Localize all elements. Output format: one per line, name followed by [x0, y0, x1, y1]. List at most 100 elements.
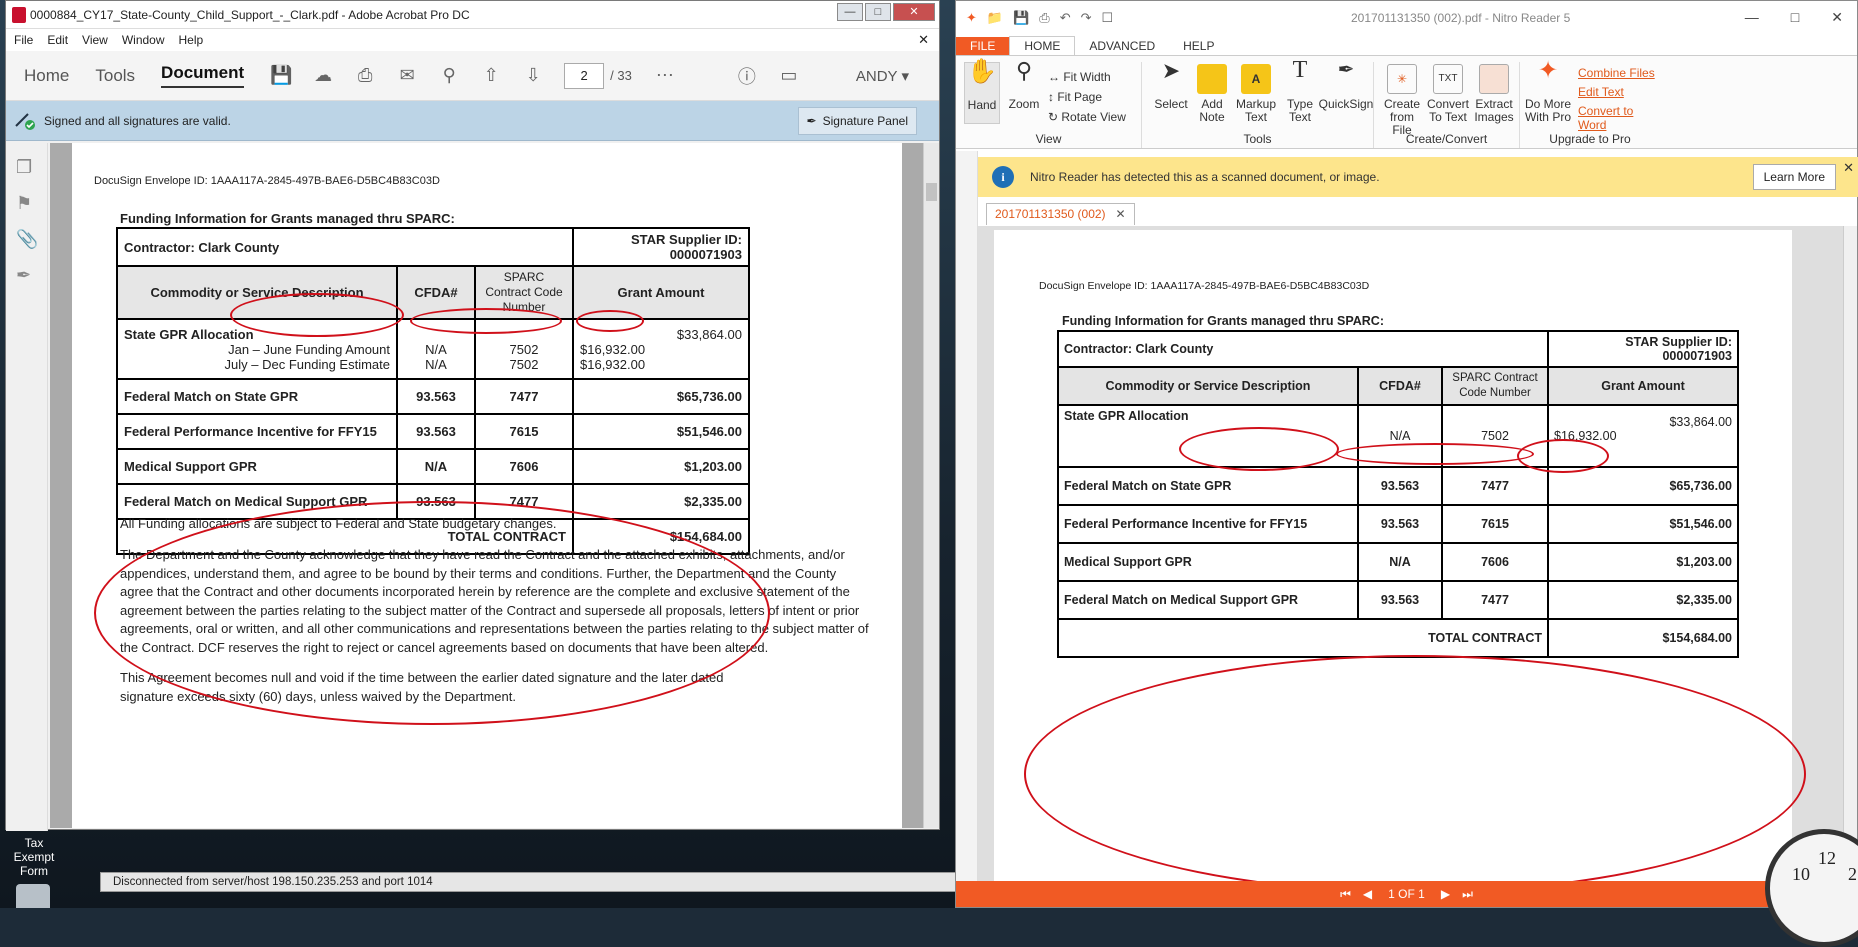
page-down-icon[interactable]: ⇩: [522, 65, 544, 87]
menu-view[interactable]: View: [82, 33, 108, 47]
print-icon[interactable]: ⎙: [1039, 10, 1049, 26]
page-indicator: 1 OF 1: [1388, 887, 1425, 901]
add-note-button[interactable]: Add Note: [1194, 64, 1230, 124]
user-menu[interactable]: ANDY ▾: [856, 67, 909, 85]
upload-icon[interactable]: ☁: [312, 65, 334, 87]
signature-status-text: Signed and all signatures are valid.: [44, 113, 231, 128]
row-code: 7477: [474, 378, 574, 415]
learn-more-button[interactable]: Learn More: [1752, 164, 1836, 190]
save-icon[interactable]: 💾: [270, 65, 292, 87]
mobile-icon[interactable]: ▭: [778, 65, 800, 87]
row-code: 7615: [474, 413, 574, 450]
close-document-icon[interactable]: ✕: [918, 32, 929, 48]
search-icon[interactable]: ⚲: [438, 65, 460, 87]
tab-advanced[interactable]: ADVANCED: [1075, 37, 1169, 55]
do-more-button[interactable]: ✦ Do More With Pro: [1524, 59, 1572, 124]
undo-icon[interactable]: ↶: [1060, 10, 1071, 26]
pages-icon[interactable]: ❐: [16, 157, 38, 179]
vertical-scrollbar[interactable]: [923, 143, 939, 828]
minimize-button[interactable]: —: [1745, 9, 1759, 26]
save-icon[interactable]: 💾: [1013, 10, 1029, 26]
nitro-document-viewport[interactable]: DocuSign Envelope ID: 1AAA117A-2845-497B…: [978, 226, 1846, 881]
fit-page-button[interactable]: ↕ Fit Page: [1048, 90, 1102, 104]
fit-page-label: Fit Page: [1057, 90, 1103, 104]
edit-text-link[interactable]: Edit Text: [1578, 85, 1624, 99]
fit-width-button[interactable]: ↔ Fit Width: [1048, 70, 1111, 84]
group-view-label: View: [1035, 132, 1062, 146]
hand-icon: ✋: [967, 58, 997, 85]
funding-title: Funding Information for Grants managed t…: [120, 211, 455, 226]
row-amount: $1,203.00: [572, 448, 750, 485]
next-page-icon[interactable]: ▶: [1441, 887, 1450, 901]
rotate-view-button[interactable]: ↻ Rotate View: [1048, 110, 1126, 124]
row-desc: Federal Performance Incentive for FFY15: [1057, 504, 1359, 544]
convert-to-text-button[interactable]: TXT Convert To Text: [1426, 64, 1470, 124]
select-tool-icon[interactable]: ☐: [1102, 10, 1114, 26]
gpr-code-1: 7502: [509, 341, 539, 357]
print-icon[interactable]: ⎙: [354, 65, 376, 87]
tab-file[interactable]: FILE: [956, 37, 1010, 55]
prev-page-icon[interactable]: ◀: [1363, 887, 1372, 901]
desktop-icon-label[interactable]: Tax Exempt Form: [4, 836, 64, 878]
tab-home[interactable]: Home: [24, 66, 69, 86]
extract-images-label: Extract Images: [1474, 97, 1514, 124]
extract-images-icon: [1479, 64, 1509, 94]
close-button[interactable]: ✕: [893, 3, 935, 21]
more-icon[interactable]: ⋯: [654, 65, 676, 87]
email-icon[interactable]: ✉: [396, 65, 418, 87]
select-button[interactable]: ➤ Select: [1152, 60, 1190, 111]
group-upgrade-label: Upgrade to Pro: [1549, 132, 1631, 146]
open-icon[interactable]: 📁: [987, 10, 1003, 26]
nitro-vertical-scrollbar[interactable]: [1843, 226, 1857, 881]
convert-word-link[interactable]: Convert to Word: [1578, 104, 1660, 132]
scrollbar-thumb[interactable]: [926, 183, 937, 201]
rotate-icon: ↻: [1048, 110, 1062, 124]
row-cfda: 93.563: [1357, 504, 1443, 544]
maximize-button[interactable]: □: [865, 3, 891, 21]
menu-file[interactable]: File: [14, 33, 33, 47]
tab-home[interactable]: HOME: [1009, 36, 1076, 55]
document-viewport[interactable]: DocuSign Envelope ID: 1AAA117A-2845-497B…: [50, 143, 926, 828]
menu-help[interactable]: Help: [179, 33, 204, 47]
page-up-icon[interactable]: ⇧: [480, 65, 502, 87]
close-tab-icon[interactable]: ✕: [1116, 207, 1126, 221]
nitro-tabbar: FILE HOME ADVANCED HELP: [956, 35, 1857, 55]
minimize-button[interactable]: —: [837, 3, 863, 21]
row-code: 7477: [1441, 466, 1549, 506]
scanned-page: DocuSign Envelope ID: 1AAA117A-2845-497B…: [994, 230, 1806, 881]
signature-icon[interactable]: ✒: [16, 265, 38, 287]
bookmark-icon[interactable]: ⚑: [16, 193, 38, 215]
type-text-button[interactable]: T Type Text: [1282, 58, 1318, 124]
tab-help[interactable]: HELP: [1169, 37, 1228, 55]
signature-panel-button[interactable]: ✒ Signature Panel: [797, 107, 917, 135]
last-page-icon[interactable]: ⏭: [1462, 887, 1473, 902]
first-page-icon[interactable]: ⏮: [1340, 887, 1351, 902]
help-icon[interactable]: ⓘ: [736, 65, 758, 87]
maximize-button[interactable]: □: [1791, 9, 1799, 26]
group-upgrade: ✦ Do More With Pro Combine Files Edit Tex…: [1520, 59, 1660, 148]
document-tab[interactable]: 201701131350 (002) ✕: [986, 203, 1135, 225]
fit-width-label: Fit Width: [1063, 70, 1111, 84]
signature-panel-label: Signature Panel: [822, 114, 908, 128]
quicksign-button[interactable]: ✒ QuickSign: [1318, 60, 1374, 111]
close-button[interactable]: ✕: [1831, 9, 1843, 26]
menu-window[interactable]: Window: [122, 33, 165, 47]
extract-images-button[interactable]: Extract Images: [1472, 64, 1516, 124]
recycle-bin-icon[interactable]: [16, 884, 50, 908]
tab-document[interactable]: Document: [161, 63, 245, 88]
page-number-input[interactable]: 2: [564, 62, 605, 89]
annotation-ellipse: [1517, 439, 1609, 473]
document-tab-label: 201701131350 (002): [995, 207, 1106, 221]
redo-icon[interactable]: ↷: [1081, 10, 1092, 26]
combine-files-link[interactable]: Combine Files: [1578, 66, 1655, 80]
attachment-icon[interactable]: 📎: [16, 229, 38, 251]
row-cfda: 93.563: [396, 378, 476, 415]
zoom-button[interactable]: ⚲ Zoom: [1006, 60, 1042, 111]
close-notice-icon[interactable]: ✕: [1843, 160, 1854, 176]
tab-tools[interactable]: Tools: [95, 66, 135, 86]
menu-edit[interactable]: Edit: [47, 33, 68, 47]
create-from-file-button[interactable]: ✳ Create from File: [1380, 64, 1424, 137]
markup-text-button[interactable]: A Markup Text: [1234, 64, 1278, 124]
hand-button[interactable]: ✋ Hand: [964, 58, 1000, 124]
gpr-amount-2: $16,932.00: [580, 356, 646, 372]
